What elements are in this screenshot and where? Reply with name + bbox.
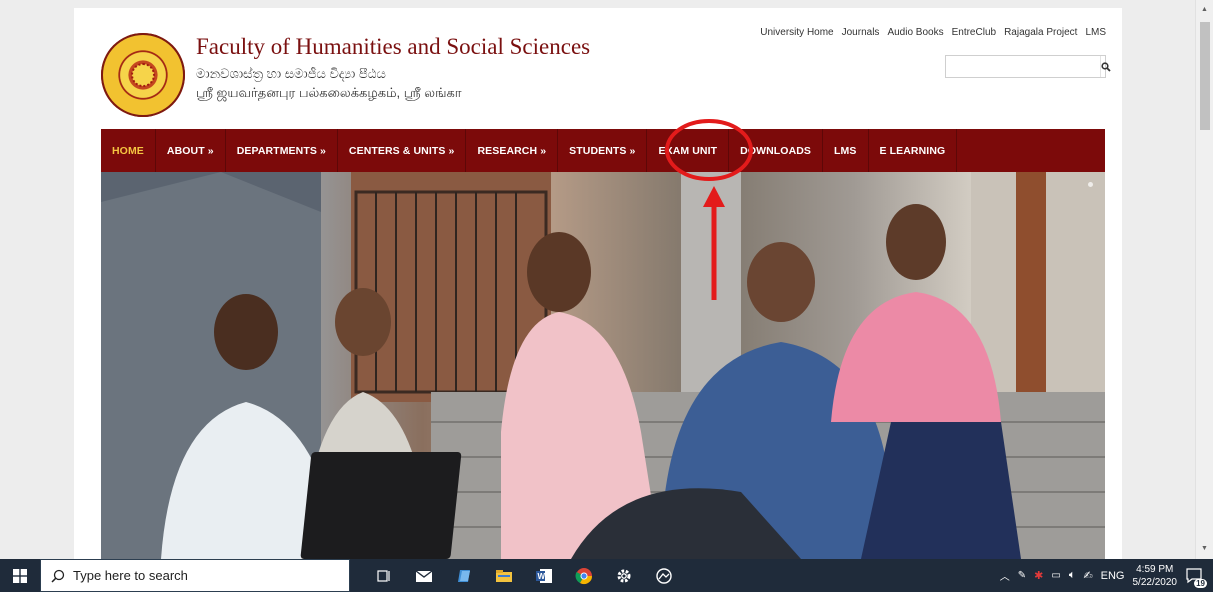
antivirus-icon[interactable]: ✱ bbox=[1034, 569, 1043, 582]
site-title[interactable]: Faculty of Humanities and Social Science… bbox=[196, 34, 590, 60]
tray-overflow-chevron-icon[interactable]: ︿ bbox=[1000, 568, 1010, 583]
nav-lms[interactable]: LMS bbox=[823, 129, 869, 172]
magnifier-icon bbox=[1101, 61, 1111, 72]
svg-text:W: W bbox=[538, 572, 546, 581]
scroll-down-arrow-icon[interactable]: ▼ bbox=[1201, 545, 1208, 552]
search-input[interactable] bbox=[946, 56, 1100, 77]
start-button[interactable] bbox=[0, 559, 40, 592]
nav-centers-units[interactable]: CENTERS & UNITS » bbox=[338, 129, 467, 172]
photos-icon[interactable] bbox=[644, 559, 684, 592]
nav-research[interactable]: RESEARCH » bbox=[466, 129, 559, 172]
vertical-scrollbar[interactable]: ▲ ▼ bbox=[1195, 0, 1213, 559]
main-nav: HOME ABOUT » DEPARTMENTS » CENTERS & UNI… bbox=[101, 129, 1105, 172]
clock-time: 4:59 PM bbox=[1136, 563, 1174, 575]
nav-about[interactable]: ABOUT » bbox=[156, 129, 226, 172]
nav-departments[interactable]: DEPARTMENTS » bbox=[226, 129, 338, 172]
system-tray: ︿ ✎ ✱ ▭ 🔈︎ ✍︎ ENG 4:59 PM 5/22/2020 19 bbox=[1000, 559, 1213, 592]
nav-home[interactable]: HOME bbox=[101, 129, 156, 172]
task-view-icon[interactable] bbox=[364, 559, 404, 592]
hero-image-students[interactable] bbox=[101, 172, 1105, 559]
site-subtitle-tamil: ஸ்ரீ ஜயவர்தனபுர பல்கலைக்கழகம், ஸ்ரீ லங்க… bbox=[196, 85, 462, 100]
taskbar-apps: W bbox=[364, 559, 684, 592]
settings-icon[interactable] bbox=[604, 559, 644, 592]
windows-logo-icon bbox=[13, 568, 27, 583]
site-search bbox=[945, 55, 1111, 78]
nav-students[interactable]: STUDENTS » bbox=[558, 129, 648, 172]
file-explorer-icon[interactable] bbox=[484, 559, 524, 592]
sticky-notes-icon[interactable] bbox=[444, 559, 484, 592]
browser-viewport: Faculty of Humanities and Social Science… bbox=[0, 0, 1195, 559]
toplink-university-home[interactable]: University Home bbox=[760, 27, 833, 38]
slider-indicator[interactable] bbox=[1088, 182, 1093, 187]
nav-downloads[interactable]: DOWNLOADS bbox=[729, 129, 824, 172]
word-icon[interactable]: W bbox=[524, 559, 564, 592]
toplink-entreclub[interactable]: EntreClub bbox=[952, 27, 996, 38]
site-subtitle-sinhala: මානවශාස්ත්‍ර හා සමාජීය විද්‍යා පීඨය bbox=[196, 66, 386, 81]
web-page: Faculty of Humanities and Social Science… bbox=[74, 8, 1122, 559]
nav-e-learning[interactable]: E LEARNING bbox=[869, 129, 958, 172]
search-button[interactable] bbox=[1100, 56, 1111, 77]
notification-count: 19 bbox=[1194, 578, 1207, 588]
logo-center-emblem bbox=[131, 63, 155, 87]
scrollbar-thumb[interactable] bbox=[1200, 22, 1210, 130]
search-icon bbox=[51, 569, 65, 583]
top-links: University Home Journals Audio Books Ent… bbox=[760, 27, 1106, 38]
mail-icon[interactable] bbox=[404, 559, 444, 592]
network-icon[interactable]: ▭ bbox=[1051, 570, 1060, 581]
toplink-rajagala-project[interactable]: Rajagala Project bbox=[1004, 27, 1077, 38]
hero-photo bbox=[101, 172, 1105, 559]
pen-workspace-icon[interactable]: ✎ bbox=[1018, 570, 1026, 581]
taskbar-search-placeholder: Type here to search bbox=[73, 568, 188, 583]
chrome-icon[interactable] bbox=[564, 559, 604, 592]
toplink-journals[interactable]: Journals bbox=[842, 27, 880, 38]
university-logo[interactable] bbox=[101, 33, 185, 117]
scroll-up-arrow-icon[interactable]: ▲ bbox=[1201, 6, 1208, 13]
clock-date: 5/22/2020 bbox=[1132, 576, 1178, 588]
action-center-button[interactable]: 19 bbox=[1185, 567, 1207, 588]
clock[interactable]: 4:59 PM 5/22/2020 bbox=[1133, 563, 1178, 589]
input-language[interactable]: ENG bbox=[1101, 570, 1125, 582]
taskbar-search[interactable]: Type here to search bbox=[40, 559, 350, 592]
volume-icon[interactable]: 🔈︎ bbox=[1069, 569, 1076, 582]
ink-icon[interactable]: ✍︎ bbox=[1083, 569, 1092, 582]
toplink-lms[interactable]: LMS bbox=[1085, 27, 1106, 38]
nav-exam-unit[interactable]: EXAM UNIT bbox=[647, 129, 730, 172]
windows-taskbar: Type here to search W ︿ ✎ ✱ ▭ 🔈︎ ✍︎ ENG … bbox=[0, 559, 1213, 592]
toplink-audio-books[interactable]: Audio Books bbox=[887, 27, 943, 38]
